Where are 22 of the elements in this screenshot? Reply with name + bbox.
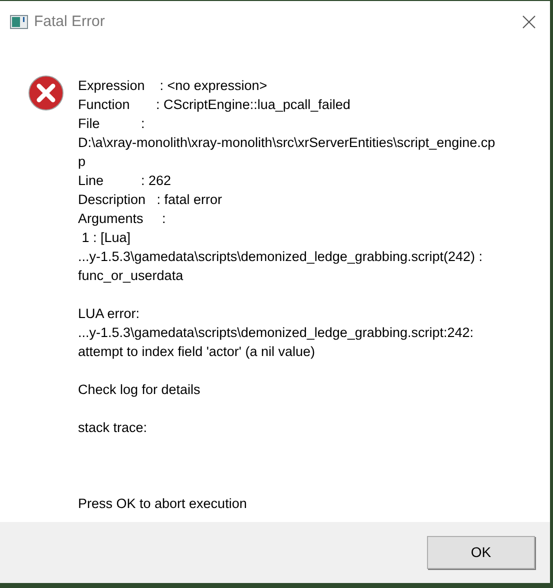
window-title: Fatal Error [34, 12, 105, 32]
message-line: attempt to index field 'actor' (a nil value) [78, 343, 316, 361]
message-line: Expression : <no expression> [78, 77, 268, 95]
close-icon[interactable] [522, 15, 536, 29]
message-line: Press OK to abort execution [78, 495, 247, 513]
message-line: Arguments : [78, 210, 166, 228]
message-line: func_or_userdata [78, 267, 184, 285]
message-line: Description : fatal error [78, 191, 222, 209]
message-line: stack trace: [78, 419, 148, 437]
message-line: LUA error: [78, 305, 140, 323]
error-icon [28, 75, 64, 111]
message-line: p [78, 153, 86, 171]
message-line: D:\a\xray-monolith\xray-monolith\src\xrServerEntities\script_engine.cp [78, 134, 496, 152]
ok-button[interactable]: OK [427, 536, 535, 569]
message-line: Check log for details [78, 381, 200, 399]
message-line: File : [78, 115, 145, 133]
message-line: ...y-1.5.3\gamedata\scripts\demonized_ledge_grabbing.script(242) : [78, 248, 482, 266]
window-icon [10, 15, 28, 29]
message-line: Function : CScriptEngine::lua_pcall_failed [78, 96, 350, 114]
message-line: Line : 262 [78, 172, 172, 190]
message-line: ...y-1.5.3\gamedata\scripts\demonized_ledge_grabbing.script:242: [78, 324, 474, 342]
message-line: 1 : [Lua] [80, 229, 131, 247]
